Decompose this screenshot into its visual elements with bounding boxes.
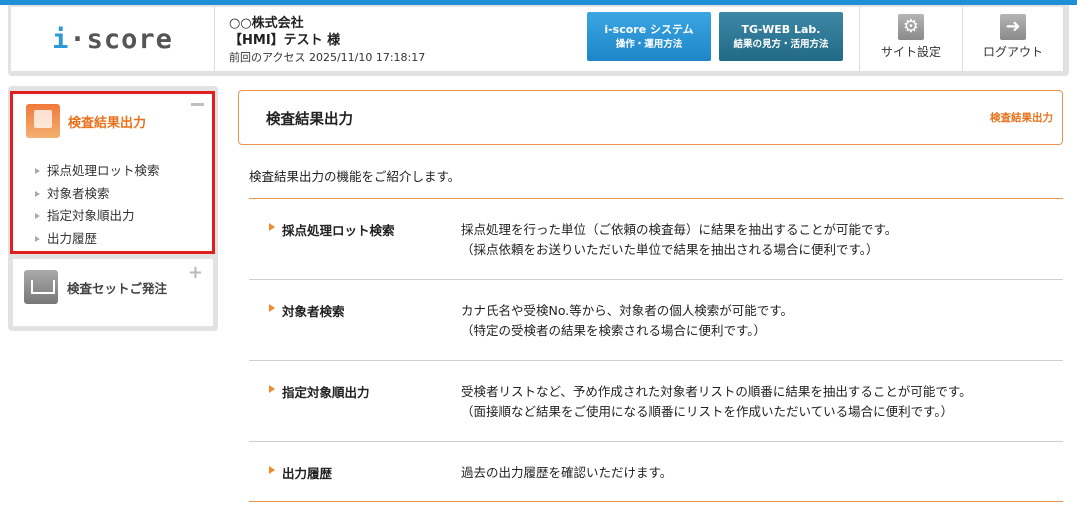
feature-row: 採点処理ロット検索 採点処理を行った単位（ご依頼の検査毎）に結果を抽出することが… (249, 199, 1063, 280)
feature-name[interactable]: 採点処理ロット検索 (269, 220, 395, 239)
sidebar-item-lot-search[interactable]: 採点処理ロット検索 (35, 160, 160, 183)
feature-row: 指定対象順出力 受検者リストなど、予め作成された対象者リストの順番に結果を抽出す… (249, 361, 1063, 442)
sidebar-panel-order[interactable]: 検査セットご発注 + (13, 259, 213, 326)
feature-name[interactable]: 指定対象順出力 (269, 382, 370, 401)
order-panel-title: 検査セットご発注 (67, 281, 168, 296)
sidebar-panel-title[interactable]: 検査結果出力 (68, 112, 146, 131)
tgweb-lab-title: TG-WEB Lab. (741, 23, 821, 36)
logout-button[interactable]: ➜ ログアウト (962, 7, 1064, 71)
result-output-icon (26, 104, 60, 138)
sidebar-item-output-history[interactable]: 出力履歴 (35, 228, 160, 251)
header: i·score ○○株式会社 【HMI】テスト 様 前回のアクセス 2025/1… (11, 7, 1064, 71)
feature-row: 出力履歴 過去の出力履歴を確認いただけます。 (249, 442, 1063, 502)
iscore-logo[interactable]: i·score (11, 7, 215, 71)
triangle-right-icon (269, 303, 275, 312)
triangle-right-icon (269, 384, 275, 393)
logout-icon: ➜ (1000, 14, 1026, 40)
sidebar-menu: 採点処理ロット検索 対象者検索 指定対象順出力 出力履歴 (35, 160, 160, 250)
feature-name[interactable]: 対象者検索 (269, 301, 345, 320)
iscore-system-sub: 操作・運用方法 (615, 39, 683, 50)
feature-note: （採点依頼をお送りいただいた単位で結果を抽出される場合に便利です。） (461, 242, 879, 257)
site-settings-button[interactable]: ⚙ サイト設定 (859, 7, 962, 71)
triangle-right-icon (35, 235, 40, 242)
iscore-system-title: i-score システム (604, 23, 694, 36)
feature-description: 受検者リストなど、予め作成された対象者リストの順番に結果を抽出することが可能です… (461, 382, 972, 422)
sidebar-item-person-search[interactable]: 対象者検索 (35, 183, 160, 206)
triangle-right-icon (269, 222, 275, 231)
sidebar-item-ordered-output[interactable]: 指定対象順出力 (35, 205, 160, 228)
feature-row: 対象者検索 カナ氏名や受検No.等から、対象者の個人検索が可能です。 （特定の受… (249, 280, 1063, 361)
feature-description: 採点処理を行った単位（ご依頼の検査毎）に結果を抽出することが可能です。 （採点依… (461, 220, 897, 260)
site-settings-label: サイト設定 (880, 45, 941, 59)
gear-icon: ⚙ (898, 14, 924, 40)
intro-text: 検査結果出力の機能をご紹介します。 (249, 169, 461, 184)
sidebar-panel-result-output: 検査結果出力 採点処理ロット検索 対象者検索 指定対象順出力 出力履歴 (10, 91, 215, 254)
page-title-box: 検査結果出力 検査結果出力 (238, 90, 1063, 145)
user-name: 【HMI】テスト 様 (229, 33, 341, 48)
feature-name[interactable]: 出力履歴 (269, 463, 332, 482)
feature-description: 過去の出力履歴を確認いただけます。 (461, 465, 673, 480)
logout-label: ログアウト (982, 45, 1043, 59)
page-title: 検査結果出力 (266, 112, 353, 128)
feature-note: （面接順など結果をご使用になる順番にリストを作成いただいている場合に便利です。） (461, 404, 954, 419)
logo-text: i·score (52, 23, 173, 55)
triangle-right-icon (269, 465, 275, 474)
iscore-system-button[interactable]: i-score システム 操作・運用方法 (587, 12, 711, 61)
triangle-right-icon (35, 213, 40, 220)
triangle-right-icon (35, 190, 40, 197)
tgweb-lab-button[interactable]: TG-WEB Lab. 結果の見方・活用方法 (719, 12, 843, 61)
last-access: 前回のアクセス 2025/11/10 17:18:17 (229, 51, 426, 64)
triangle-right-icon (35, 168, 40, 175)
expand-icon[interactable]: + (188, 262, 203, 283)
feature-list: 採点処理ロット検索 採点処理を行った単位（ご依頼の検査毎）に結果を抽出することが… (249, 198, 1063, 502)
company-name: ○○株式会社 (229, 16, 304, 31)
feature-description: カナ氏名や受検No.等から、対象者の個人検索が可能です。 （特定の受検者の結果を… (461, 301, 793, 341)
cart-icon (24, 270, 58, 304)
collapse-icon[interactable] (191, 103, 204, 106)
breadcrumb: 検査結果出力 (990, 112, 1053, 124)
feature-note: （特定の受検者の結果を検索される場合に便利です。） (461, 323, 767, 338)
account-info: ○○株式会社 【HMI】テスト 様 前回のアクセス 2025/11/10 17:… (229, 15, 425, 66)
tgweb-lab-sub: 結果の見方・活用方法 (733, 39, 829, 50)
